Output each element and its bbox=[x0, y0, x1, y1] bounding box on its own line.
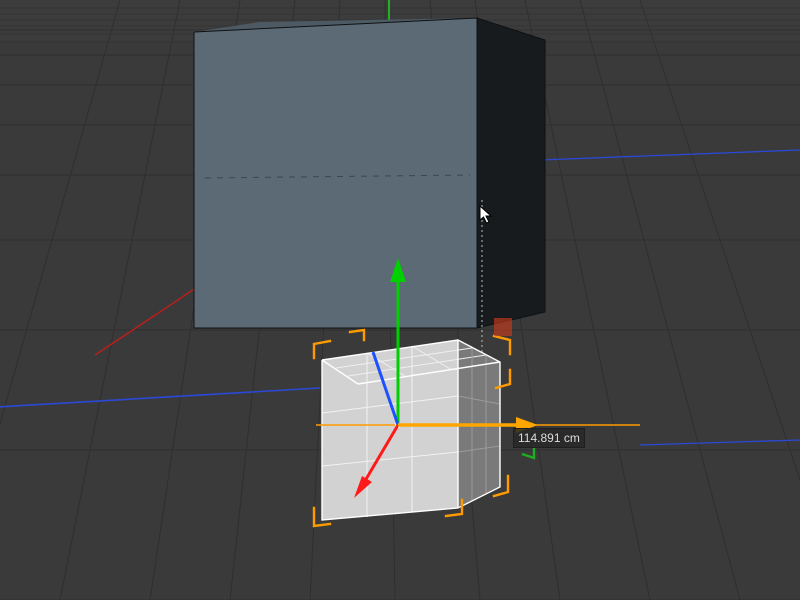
move-distance-readout: 114.891 cm bbox=[513, 428, 585, 448]
3d-viewport[interactable]: 114.891 cm bbox=[0, 0, 800, 600]
cube-large-side-face bbox=[477, 18, 545, 328]
axis-plane-xz-hint[interactable] bbox=[494, 318, 512, 336]
cube-large-front-face bbox=[194, 18, 477, 328]
cube-large[interactable] bbox=[194, 18, 545, 328]
scene-canvas[interactable] bbox=[0, 0, 800, 600]
cube-small[interactable] bbox=[322, 340, 500, 520]
